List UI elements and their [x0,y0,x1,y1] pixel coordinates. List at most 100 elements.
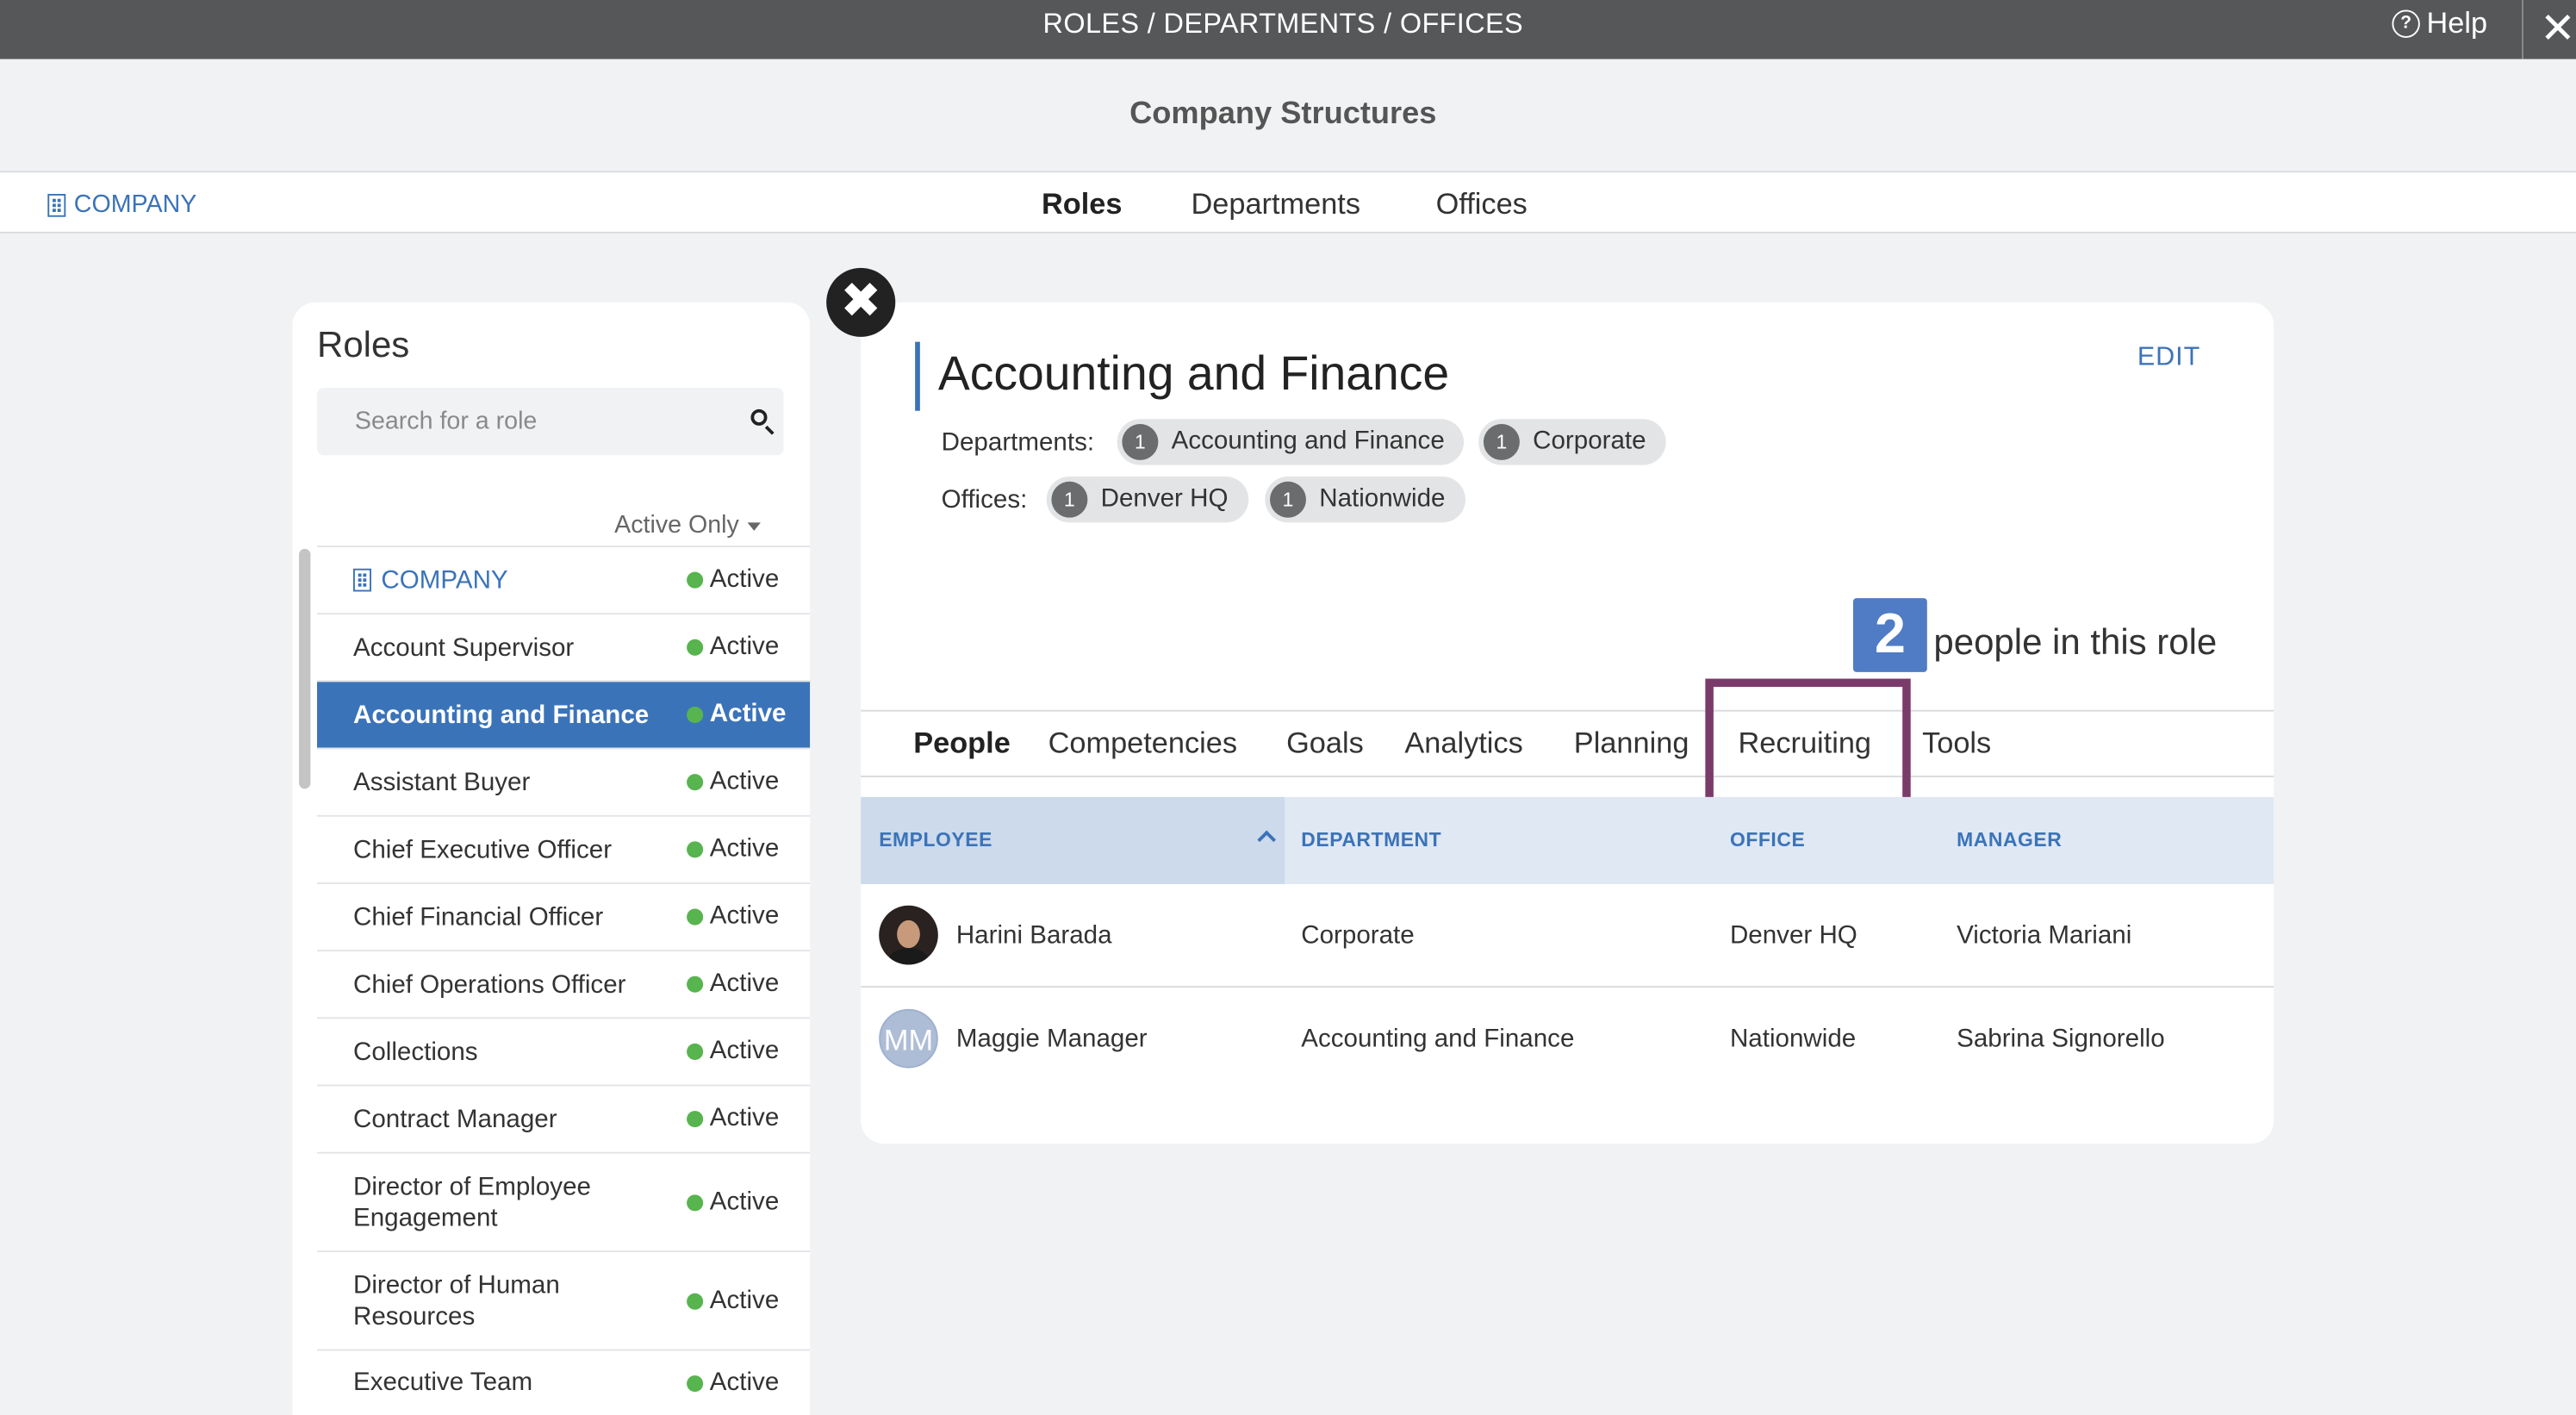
status-badge: Active [687,1037,779,1066]
status-text: Active [709,1286,780,1314]
role-item-label: COMPANY [317,564,679,595]
close-icon[interactable]: ✕ [2540,3,2576,53]
role-item-label: Chief Financial Officer [352,902,604,932]
avatar: MM [879,1008,938,1069]
active-dot-icon [687,639,704,656]
help-label: Help [2426,6,2488,40]
office-pill[interactable]: 1 Nationwide [1265,477,1465,523]
status-filter-dropdown[interactable]: Active Only [614,511,761,539]
title-accent-bar [915,341,920,411]
tab-competencies[interactable]: Competencies [1048,726,1237,761]
role-item[interactable]: Chief Executive Officer Active [317,814,811,883]
column-header-manager[interactable]: MANAGER [1957,828,2062,851]
office-count: 1 [1051,481,1088,518]
search-icon[interactable] [750,408,768,426]
department-pill[interactable]: 1 Corporate [1478,419,1666,465]
department-name: Corporate [1533,427,1646,456]
department-name: Accounting and Finance [1171,427,1445,456]
tab-departments[interactable]: Departments [1192,187,1361,221]
tab-tools[interactable]: Tools [1922,726,1991,761]
employee-name[interactable]: Harini Barada [956,922,1112,951]
status-badge: Active [687,902,779,932]
role-item[interactable]: Chief Operations Officer Active [317,950,811,1018]
status-text: Active [709,1187,780,1216]
close-detail-button[interactable]: ✖ [826,267,896,337]
active-dot-icon [687,571,704,589]
active-dot-icon [687,1292,704,1309]
role-item-selected[interactable]: Accounting and Finance Active [317,680,811,748]
status-text: Active [709,564,780,594]
avatar-body [888,948,929,965]
column-header-office[interactable]: OFFICE [1730,828,1805,851]
employee-manager: Victoria Mariani [1957,921,2132,951]
column-header-department[interactable]: DEPARTMENT [1301,828,1441,851]
role-item[interactable]: Director of Human Resources Active [317,1250,811,1350]
role-item-label: Chief Operations Officer [352,970,626,999]
status-badge: Active [687,565,779,595]
edit-button[interactable]: EDIT [2137,344,2200,373]
role-item-label: Director of Employee Engagement [352,1172,591,1232]
role-item[interactable]: Contract Manager Active [317,1084,811,1152]
tab-roles[interactable]: Roles [1042,187,1122,221]
status-text: Active [709,834,780,863]
column-header-employee[interactable]: EMPLOYEE [879,828,992,851]
status-text: Active [709,1104,780,1132]
department-count: 1 [1483,423,1520,460]
role-item[interactable]: Collections Active [317,1017,811,1085]
employee-department: Accounting and Finance [1301,1025,1575,1054]
active-dot-icon [687,1043,704,1060]
status-badge: Active [687,969,779,999]
roles-panel-title: Roles [317,323,410,365]
active-dot-icon [687,1111,704,1128]
recruiting-tab-highlight [1705,678,1911,809]
departments-label: Departments: [941,428,1095,458]
department-pill[interactable]: 1 Accounting and Finance [1117,419,1465,465]
company-link[interactable]: COMPANY [47,190,197,219]
chevron-down-icon [747,522,761,531]
roles-scrollbar[interactable] [299,548,311,789]
active-dot-icon [687,1374,704,1392]
employee-name[interactable]: Maggie Manager [956,1025,1148,1055]
people-count-label: people in this role [1933,620,2218,663]
office-count: 1 [1270,481,1306,518]
role-search-input[interactable] [317,388,728,456]
role-search [317,388,784,456]
role-item[interactable]: Chief Financial Officer Active [317,882,811,951]
office-name: Denver HQ [1100,484,1229,513]
status-text: Active [709,1037,780,1065]
department-count: 1 [1122,423,1159,460]
role-item-company[interactable]: COMPANY Active [317,545,811,614]
role-item-label: Chief Executive Officer [352,835,613,864]
office-name: Nationwide [1319,484,1446,513]
role-item[interactable]: Director of Employee Engagement Active [317,1151,811,1251]
role-item[interactable]: Executive Team Active [317,1349,811,1415]
tab-offices[interactable]: Offices [1436,187,1528,221]
role-item-label: Assistant Buyer [352,768,531,796]
status-badge: Active [687,700,787,729]
tab-planning[interactable]: Planning [1574,726,1689,761]
role-item[interactable]: Assistant Buyer Active [317,747,811,815]
active-dot-icon [687,976,704,993]
status-badge: Active [687,835,779,864]
role-item-label: Account Supervisor [352,633,575,662]
status-text: Active [709,901,780,931]
role-item-label: Collections [352,1038,478,1066]
tab-people[interactable]: People [913,726,1011,761]
tab-goals[interactable]: Goals [1286,726,1364,761]
role-title: Accounting and Finance [937,348,1450,402]
office-pill[interactable]: 1 Denver HQ [1046,477,1248,523]
avatar [879,905,938,965]
role-item-label: Contract Manager [352,1105,557,1133]
window-title: ROLES / DEPARTMENTS / OFFICES [1042,8,1523,40]
avatar-face [897,919,920,949]
status-text: Active [709,633,780,661]
tab-analytics[interactable]: Analytics [1404,726,1522,761]
help-button[interactable]: ? Help [2392,7,2487,41]
company-link-label: COMPANY [73,190,197,219]
help-icon: ? [2392,9,2420,38]
role-item[interactable]: Account Supervisor Active [317,613,811,681]
page-title: Company Structures [1129,97,1437,132]
role-item-label-text: COMPANY [381,565,508,595]
roles-list: COMPANY Active Account Supervisor Active… [317,545,811,1415]
status-text: Active [709,700,787,728]
